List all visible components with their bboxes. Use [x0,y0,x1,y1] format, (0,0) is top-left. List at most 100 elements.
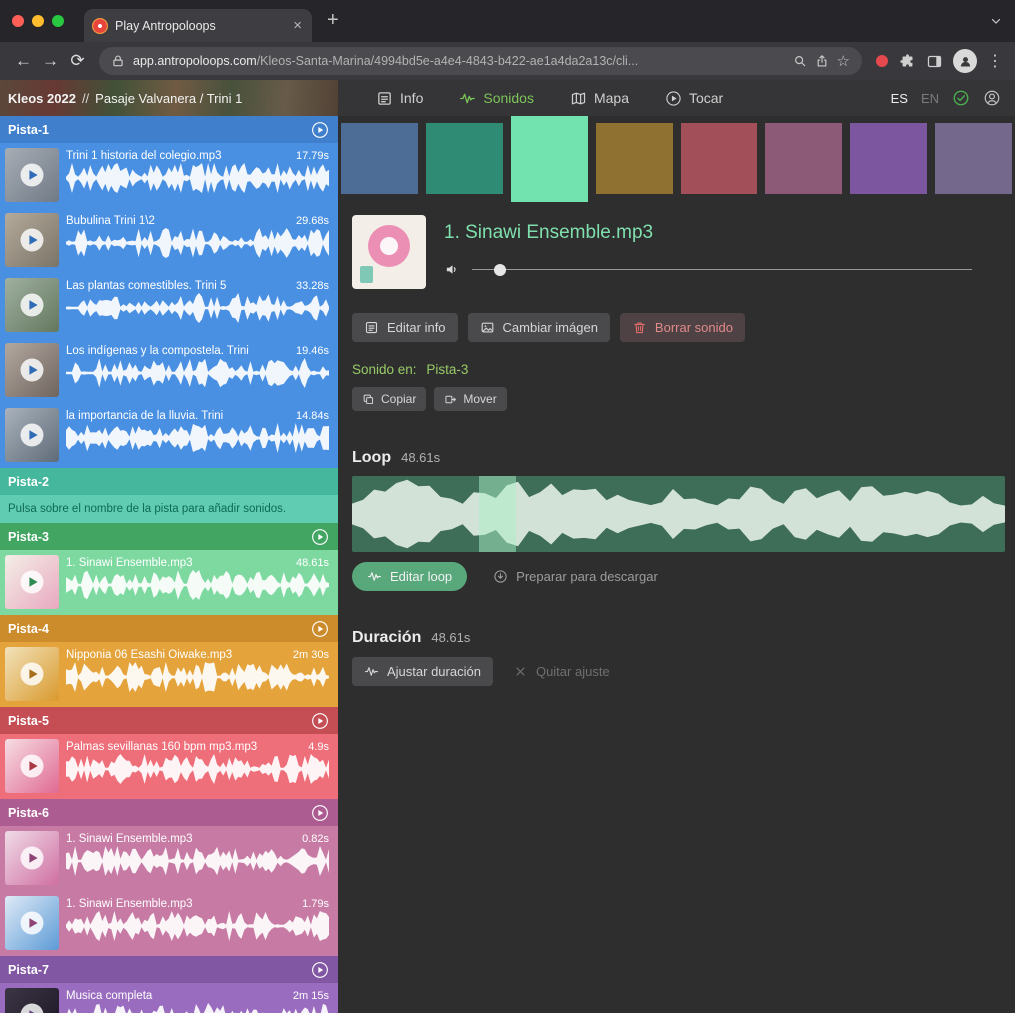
track-play-button[interactable] [311,961,329,979]
lang-es[interactable]: ES [891,91,908,106]
sound-thumbnail[interactable] [5,213,59,267]
profile-avatar[interactable] [953,49,977,73]
play-overlay-icon[interactable] [19,910,45,936]
play-overlay-icon[interactable] [19,753,45,779]
sound-thumbnail[interactable] [5,647,59,701]
back-button[interactable]: ← [10,51,37,71]
forward-button[interactable]: → [37,51,64,71]
color-swatch-8[interactable] [935,123,1012,194]
track-header-pista-3[interactable]: Pista-3 [0,523,338,550]
sound-item[interactable]: la importancia de la lluvia. Trini14.84s [0,403,338,468]
sound-thumbnail[interactable] [5,988,59,1013]
move-button[interactable]: Mover [434,387,506,411]
lang-en[interactable]: EN [921,91,939,106]
prepare-download-button[interactable]: Preparar para descargar [481,562,670,591]
zoom-icon[interactable] [793,54,807,68]
reload-button[interactable]: ⟳ [64,51,91,71]
track-play-button[interactable] [311,528,329,546]
tab-search-chevron-icon[interactable] [989,14,1003,28]
play-overlay-icon[interactable] [19,845,45,871]
sound-item[interactable]: Los indígenas y la compostela. Trini19.4… [0,338,338,403]
sound-item[interactable]: 1. Sinawi Ensemble.mp31.79s [0,891,338,956]
sound-item[interactable]: 1. Sinawi Ensemble.mp348.61s [0,550,338,615]
track-header-pista-1[interactable]: Pista-1 [0,116,338,143]
volume-slider[interactable] [472,263,972,277]
edit-loop-button[interactable]: Editar loop [352,562,467,591]
sound-item-waveform[interactable] [66,911,329,941]
loop-selection[interactable] [479,476,516,552]
play-overlay-icon[interactable] [19,357,45,383]
tab-close-icon[interactable]: × [291,17,304,34]
sound-thumbnail[interactable] [5,896,59,950]
record-extension-icon[interactable] [876,55,888,67]
change-image-button[interactable]: Cambiar imágen [468,313,610,342]
track-header-pista-2[interactable]: Pista-2 [0,468,338,495]
zoom-window-button[interactable] [52,15,64,27]
side-panel-icon[interactable] [926,53,943,70]
sound-item-waveform[interactable] [66,163,329,193]
delete-sound-button[interactable]: Borrar sonido [620,313,745,342]
adjust-duration-button[interactable]: Ajustar duración [352,657,493,686]
sound-item[interactable]: Musica completa2m 15s [0,983,338,1013]
color-swatch-4[interactable] [596,123,673,194]
color-swatch-2[interactable] [426,123,503,194]
volume-slider-thumb[interactable] [494,264,506,276]
sound-item[interactable]: Nipponia 06 Esashi Oiwake.mp32m 30s [0,642,338,707]
breadcrumb-path[interactable]: Pasaje Valvanera / Trini 1 [95,91,242,106]
sound-item[interactable]: Bubulina Trini 1\229.68s [0,208,338,273]
color-swatch-5[interactable] [681,123,758,194]
tab-sonidos[interactable]: Sonidos [459,90,534,107]
tab-tocar[interactable]: Tocar [665,90,723,107]
sound-thumbnail[interactable] [5,739,59,793]
play-overlay-icon[interactable] [19,292,45,318]
sound-item[interactable]: 1. Sinawi Ensemble.mp30.82s [0,826,338,891]
track-play-button[interactable] [311,620,329,638]
breadcrumb-project[interactable]: Kleos 2022 [8,91,76,106]
copy-button[interactable]: Copiar [352,387,426,411]
sound-thumbnail[interactable] [5,831,59,885]
track-header-pista-5[interactable]: Pista-5 [0,707,338,734]
color-swatch-6[interactable] [765,123,842,194]
play-overlay-icon[interactable] [19,162,45,188]
new-tab-button[interactable]: + [327,9,339,32]
track-header-pista-7[interactable]: Pista-7 [0,956,338,983]
tab-mapa[interactable]: Mapa [570,90,629,107]
close-window-button[interactable] [12,15,24,27]
sound-thumbnail[interactable] [5,343,59,397]
tab-info[interactable]: Info [376,90,423,107]
track-header-pista-6[interactable]: Pista-6 [0,799,338,826]
sound-item[interactable]: Trini 1 historia del colegio.mp317.79s [0,143,338,208]
minimize-window-button[interactable] [32,15,44,27]
play-overlay-icon[interactable] [19,569,45,595]
color-swatch-7[interactable] [850,123,927,194]
color-swatch-1[interactable] [341,123,418,194]
browser-menu-icon[interactable]: ⋮ [987,51,1003,71]
sound-item-waveform[interactable] [66,846,329,876]
sound-thumbnail[interactable] [5,278,59,332]
play-overlay-icon[interactable] [19,661,45,687]
sound-item-waveform[interactable] [66,228,329,258]
sound-thumbnail[interactable] [5,555,59,609]
assigned-track-link[interactable]: Pista-3 [426,362,468,377]
clear-adjust-button[interactable]: Quitar ajuste [501,657,622,686]
color-swatch-3[interactable] [511,116,588,202]
account-icon[interactable] [983,89,1001,107]
breadcrumb[interactable]: Kleos 2022 // Pasaje Valvanera / Trini 1 [0,80,338,116]
sound-item[interactable]: Palmas sevillanas 160 bpm mp3.mp34.9s [0,734,338,799]
address-bar[interactable]: app.antropoloops.com/Kleos-Santa-Marina/… [99,47,862,75]
sound-item-waveform[interactable] [66,1003,329,1013]
play-overlay-icon[interactable] [19,1002,45,1013]
sound-thumbnail[interactable] [5,148,59,202]
play-overlay-icon[interactable] [19,227,45,253]
sound-item-waveform[interactable] [66,293,329,323]
sound-item-waveform[interactable] [66,423,329,453]
sound-item-waveform[interactable] [66,754,329,784]
sound-thumbnail[interactable] [5,408,59,462]
sound-item-waveform[interactable] [66,358,329,388]
track-play-button[interactable] [311,121,329,139]
play-overlay-icon[interactable] [19,422,45,448]
sound-image[interactable] [352,215,426,289]
track-header-pista-4[interactable]: Pista-4 [0,615,338,642]
share-icon[interactable] [815,54,829,68]
sound-item[interactable]: Las plantas comestibles. Trini 533.28s [0,273,338,338]
